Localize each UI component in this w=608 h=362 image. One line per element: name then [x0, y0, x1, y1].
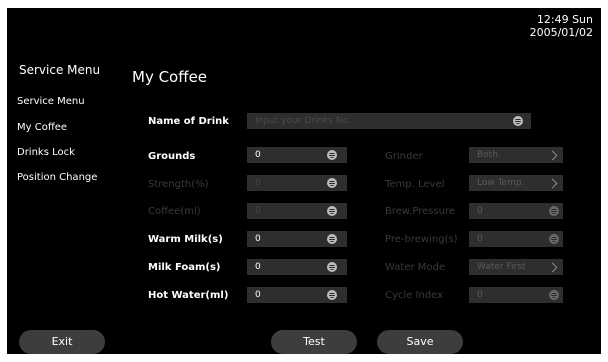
coffee-machine-screen: 12:49 Sun 2005/01/02 Service Menu Servic…	[7, 8, 601, 354]
sidebar-item-my-coffee[interactable]: My Coffee	[17, 122, 67, 133]
cycle-index-dial-icon[interactable]	[549, 290, 559, 300]
hot-water-label: Hot Water(ml)	[148, 290, 229, 301]
temp-level-label: Temp. Level	[385, 179, 445, 190]
cycle-index-label: Cycle Index	[385, 290, 444, 301]
sidebar-item-service-menu[interactable]: Service Menu	[17, 96, 85, 107]
strength-dial-icon[interactable]	[327, 178, 337, 188]
clock-date: 2005/01/02	[529, 26, 593, 39]
sidebar-title: Service Menu	[19, 63, 101, 77]
page-title: My Coffee	[132, 68, 208, 86]
strength-label: Strength(%)	[148, 179, 209, 190]
warm-milk-dial-icon[interactable]	[327, 234, 337, 244]
grounds-label: Grounds	[148, 151, 196, 162]
milk-foam-label: Milk Foam(s)	[148, 262, 221, 273]
test-button[interactable]: Test	[271, 330, 357, 354]
grounds-dial-icon[interactable]	[327, 150, 337, 160]
grinder-label: Grinder	[385, 151, 423, 162]
clock-time: 12:49 Sun	[536, 13, 593, 26]
water-mode-label: Water Mode	[385, 262, 445, 273]
pre-brewing-label: Pre-brewing(s)	[385, 234, 458, 245]
milk-foam-dial-icon[interactable]	[327, 262, 337, 272]
sidebar-item-position-change[interactable]: Position Change	[17, 172, 97, 183]
brew-pressure-label: Brew.Pressure	[385, 206, 456, 217]
name-of-drink-input[interactable]: Input your Drinks No.	[247, 113, 531, 129]
hot-water-dial-icon[interactable]	[327, 290, 337, 300]
exit-button[interactable]: Exit	[19, 330, 105, 354]
warm-milk-label: Warm Milk(s)	[148, 234, 223, 245]
coffee-ml-dial-icon[interactable]	[327, 206, 337, 216]
name-of-drink-label: Name of Drink	[148, 116, 229, 127]
brew-pressure-dial-icon[interactable]	[549, 206, 559, 216]
sidebar-item-drinks-lock[interactable]: Drinks Lock	[17, 147, 75, 158]
name-of-drink-dial-icon[interactable]	[513, 116, 523, 126]
pre-brewing-dial-icon[interactable]	[549, 234, 559, 244]
save-button[interactable]: Save	[377, 330, 463, 354]
clock-display: 12:49 Sun 2005/01/02	[530, 13, 593, 39]
coffee-ml-label: Coffee(ml)	[148, 206, 201, 217]
